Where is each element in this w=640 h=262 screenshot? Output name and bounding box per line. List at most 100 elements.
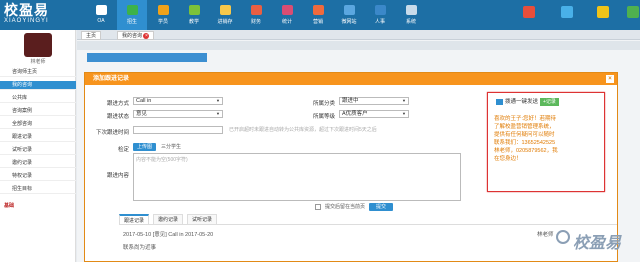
nav-item-4[interactable]: 进销存 — [210, 0, 240, 30]
nav-label: 营销 — [312, 19, 323, 25]
nav-label: 人事 — [374, 19, 385, 25]
phone-icon — [496, 99, 503, 105]
next-time-input[interactable] — [133, 126, 223, 134]
sidebar-item-7[interactable]: 邀约记录 — [0, 159, 76, 168]
user-red-icon[interactable] — [523, 6, 535, 18]
nav-icon — [281, 5, 293, 15]
content-label: 跟进内容 — [106, 173, 129, 179]
status-select[interactable]: 意见 ▼ — [133, 110, 223, 118]
sidebar-item-6[interactable]: 试听记录 — [0, 146, 76, 155]
record-tab-0[interactable]: 跟进记录 — [119, 214, 150, 224]
chevron-down-icon: ▼ — [402, 98, 406, 103]
nav-icon — [126, 5, 138, 15]
nav-label: OA — [97, 18, 105, 24]
tab-current[interactable]: 我的咨询 × — [117, 31, 155, 40]
sidebar-item-8[interactable]: 特权记录 — [0, 172, 76, 181]
record-line: 2017-05-10 [意见] Call in 2017-05-20 — [123, 232, 214, 238]
brand-cn: 校盈易 — [4, 2, 49, 18]
status-value: 意见 — [136, 111, 148, 117]
nav-label: 统计 — [281, 19, 292, 25]
nav-item-1[interactable]: 招生 — [117, 0, 147, 30]
nav-item-2[interactable]: 学员 — [148, 0, 178, 30]
nav-label: 微网站 — [341, 19, 357, 25]
close-icon[interactable]: × — [143, 33, 150, 39]
record-tab-1[interactable]: 邀约记录 — [153, 214, 184, 224]
avatar — [24, 33, 52, 57]
next-time-label: 下次跟进时间 — [95, 130, 129, 136]
nav-item-6[interactable]: 统计 — [272, 0, 302, 30]
nav-icon — [312, 5, 324, 15]
method-value: Call in — [136, 98, 152, 104]
sidebar-item-3[interactable]: 咨询案例 — [0, 107, 76, 116]
nav-icon — [219, 5, 231, 15]
nav-icon — [374, 5, 386, 15]
nav-icon — [405, 5, 417, 15]
nav-label: 进销存 — [217, 19, 233, 25]
method-select[interactable]: Call in ▼ — [133, 97, 223, 105]
user-name: 林老师 — [30, 59, 46, 65]
method-label: 跟进方式 — [106, 101, 129, 107]
dialog-title: 添加跟进记录 — [93, 76, 130, 82]
upload-button[interactable]: 上传图 — [133, 143, 157, 151]
watermark-icon — [556, 230, 570, 244]
sidebar-item-1[interactable]: 我的咨询 — [0, 81, 76, 90]
sidebar-item-5[interactable]: 跟进记录 — [0, 133, 76, 142]
tab-home[interactable]: 主页 — [81, 31, 102, 40]
nav-icon — [157, 5, 169, 15]
tabs-divider — [119, 224, 617, 225]
nav-item-3[interactable]: 教学 — [179, 0, 209, 30]
nav-icon — [95, 5, 107, 15]
nav-item-9[interactable]: 人事 — [365, 0, 395, 30]
top-navbar: 校盈易 XIAOYINGYI OA 招生 学员 教学 进销存 财务 统计 营销 微网站 人事 系统 — [0, 0, 640, 30]
nav-item-10[interactable]: 系统 — [396, 0, 426, 30]
nav-item-8[interactable]: 微网站 — [334, 0, 364, 30]
category-value: 跟进中 — [342, 98, 359, 104]
dialog-header: 添加跟进记录 × — [85, 73, 617, 85]
content-textarea[interactable]: 内容不能为空(500字符) — [133, 153, 461, 201]
nav-label: 教学 — [188, 19, 199, 25]
popup-record-button[interactable]: +记录 — [540, 98, 559, 106]
nav-item-5[interactable]: 财务 — [241, 0, 271, 30]
sidebar-item-2[interactable]: 公共库 — [0, 94, 76, 103]
record-tab-2[interactable]: 试听记录 — [187, 214, 218, 224]
record-author: 林老师 — [537, 232, 554, 238]
user-yellow-icon[interactable] — [597, 6, 609, 18]
record-remark: 联系尚为近事 — [123, 245, 157, 251]
nav-label: 财务 — [250, 19, 261, 25]
quick-send-popup: 拨通一键发送 +记录 喜欢的王子:您好！若期待了解校盈营销管理系统，提供有任何疑… — [487, 92, 605, 192]
level-label: 所属等级 — [312, 114, 335, 120]
sub-tabs — [77, 41, 640, 50]
sidebar-section-basic[interactable]: 基础 — [0, 202, 76, 211]
nav-icon — [188, 5, 200, 15]
stay-checkbox[interactable] — [315, 204, 321, 210]
next-time-hint: 已开启超时未跟进自动转为公共库资源，超过下次跟进时间5天之后 — [229, 127, 377, 133]
popup-title: 拨通一键发送 — [505, 99, 539, 105]
content-placeholder: 内容不能为空(500字符) — [136, 157, 188, 163]
reminder-label: 检定 — [117, 147, 129, 153]
tab-current-label: 我的咨询 — [122, 33, 143, 39]
category-label: 所属分类 — [312, 101, 335, 107]
brand-en: XIAOYINGYI — [4, 18, 49, 24]
toolbar — [87, 53, 207, 62]
nav-item-7[interactable]: 营销 — [303, 0, 333, 30]
sidebar-item-0[interactable]: 咨询师主页 — [0, 68, 76, 77]
nav-icon — [343, 5, 355, 15]
stay-checkbox-label: 提交后留在当前页 — [325, 204, 366, 210]
user-blue-icon[interactable] — [561, 6, 573, 18]
watermark: 校盈易 — [573, 235, 622, 252]
dialog-close-icon[interactable]: × — [606, 75, 614, 83]
chevron-down-icon: ▼ — [402, 111, 406, 116]
level-select[interactable]: A优质客户 ▼ — [339, 110, 409, 118]
category-select[interactable]: 跟进中 ▼ — [339, 97, 409, 105]
sidebar-item-9[interactable]: 招生目标 — [0, 185, 76, 194]
user-green-icon[interactable] — [627, 6, 639, 18]
nav-label: 系统 — [405, 19, 416, 25]
page-tabbar: 主页 我的咨询 × — [77, 30, 640, 40]
nav-icon — [250, 5, 262, 15]
level-value: A优质客户 — [342, 111, 368, 117]
submit-button[interactable]: 提交 — [369, 203, 393, 211]
chevron-down-icon: ▼ — [216, 98, 220, 103]
nav-item-0[interactable]: OA — [86, 0, 116, 30]
sidebar-item-4[interactable]: 全部咨询 — [0, 120, 76, 129]
popup-text: 喜欢的王子:您好！若期待了解校盈营销管理系统，提供有任何疑问可以随时联系我们：1… — [494, 116, 558, 162]
